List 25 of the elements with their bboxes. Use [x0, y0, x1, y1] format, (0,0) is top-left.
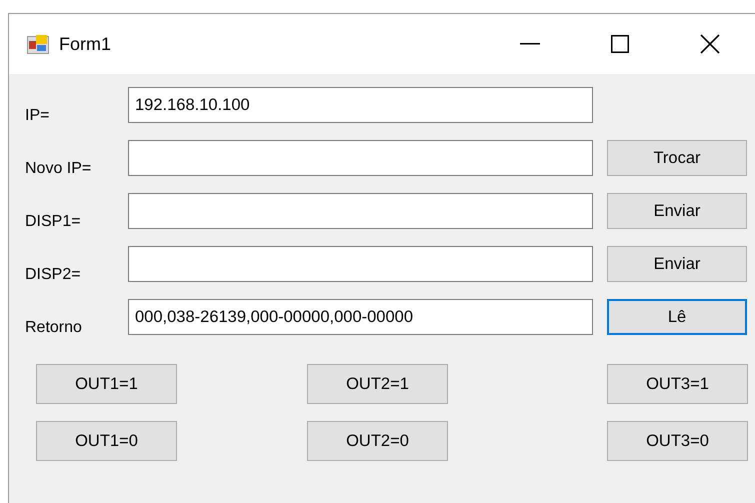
- output-button[interactable]: OUT1=1: [36, 364, 177, 404]
- minimize-icon: [520, 43, 540, 45]
- maximize-icon: [611, 35, 629, 53]
- app-icon: [27, 33, 49, 55]
- output-button[interactable]: OUT2=0: [307, 421, 448, 461]
- action-button[interactable]: Enviar: [607, 193, 747, 229]
- input-field[interactable]: [128, 140, 593, 176]
- close-icon: [700, 34, 720, 54]
- field-label: Retorno: [25, 318, 83, 337]
- action-button[interactable]: Trocar: [607, 140, 747, 176]
- field-label: DISP1=: [25, 212, 82, 231]
- output-button[interactable]: OUT2=1: [307, 364, 448, 404]
- field-label: IP=: [25, 106, 50, 125]
- window-title: Form1: [59, 34, 112, 54]
- input-field[interactable]: [128, 193, 593, 229]
- output-button[interactable]: OUT3=0: [607, 421, 748, 461]
- output-button[interactable]: OUT1=0: [36, 421, 177, 461]
- action-button[interactable]: Lê: [607, 299, 747, 335]
- action-button[interactable]: Enviar: [607, 246, 747, 282]
- input-field[interactable]: [128, 246, 593, 282]
- output-button[interactable]: OUT3=1: [607, 364, 748, 404]
- input-field[interactable]: 192.168.10.100: [128, 87, 593, 123]
- input-field[interactable]: 000,038-26139,000-00000,000-00000: [128, 299, 593, 335]
- field-label: DISP2=: [25, 265, 82, 284]
- field-label: Novo IP=: [25, 159, 92, 178]
